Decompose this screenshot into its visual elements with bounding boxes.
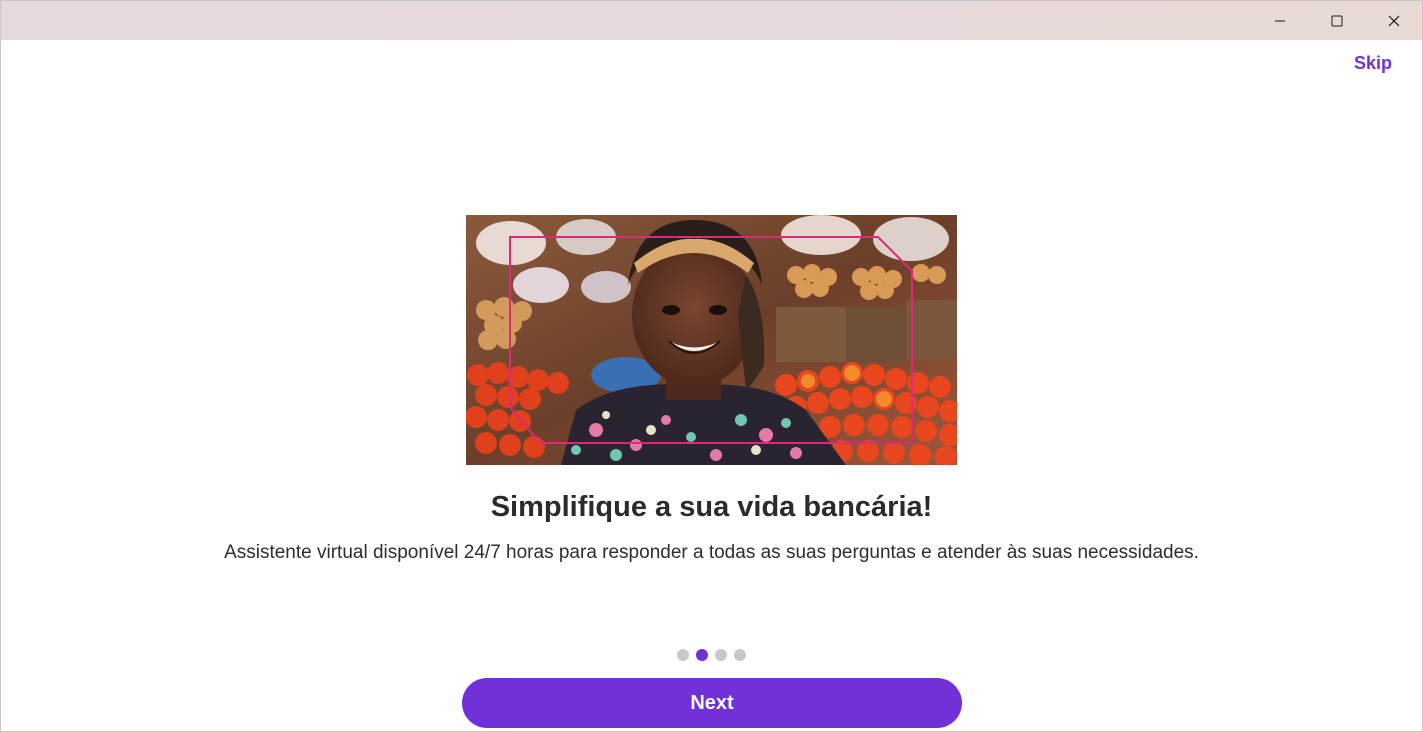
close-icon: [1388, 15, 1399, 26]
maximize-icon: [1331, 15, 1342, 26]
maximize-button[interactable]: [1308, 1, 1365, 40]
market-woman-photo: [466, 215, 957, 465]
page-subtitle: Assistente virtual disponível 24/7 horas…: [224, 542, 1199, 563]
pager-dot-1[interactable]: [677, 649, 689, 661]
pager-dot-2[interactable]: [696, 649, 708, 661]
close-button[interactable]: [1365, 1, 1422, 40]
minimize-button[interactable]: [1251, 1, 1308, 40]
pager-dot-3[interactable]: [715, 649, 727, 661]
next-button[interactable]: Next: [462, 678, 962, 728]
title-bar[interactable]: [1, 1, 1422, 40]
hero-image: [466, 215, 957, 465]
pager-dots: [677, 649, 746, 661]
page-title: Simplifique a sua vida bancária!: [490, 491, 933, 523]
minimize-icon: [1274, 20, 1285, 21]
app-window: Skip Simplifique a sua vida bancária! As…: [0, 0, 1423, 732]
skip-link[interactable]: Skip: [1354, 53, 1392, 74]
pager-dot-4[interactable]: [734, 649, 746, 661]
